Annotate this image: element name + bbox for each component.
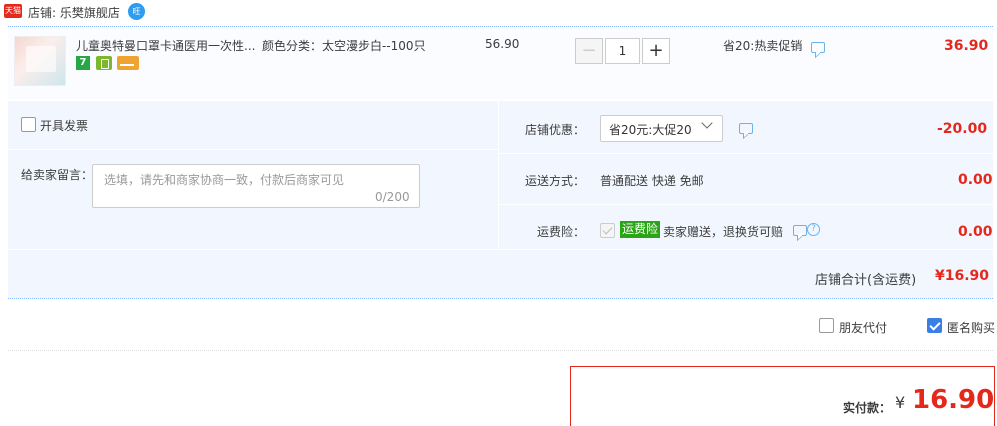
divider [498, 101, 499, 249]
wangwang-chat-icon[interactable]: 旺 [128, 3, 145, 20]
seven-day-return-icon: 7 [76, 56, 90, 70]
seller-message-placeholder: 选填，请先和商家协商一致，付款后商家可见 [104, 173, 345, 187]
tmall-logo-icon: 天猫 [4, 4, 22, 18]
product-thumbnail-detail [26, 46, 56, 72]
help-icon[interactable]: ? [807, 223, 820, 236]
quantity-input[interactable]: 1 [605, 38, 640, 64]
shop-name[interactable]: 店铺: 乐樊旗舰店 [28, 4, 120, 21]
product-title-link[interactable]: 儿童奥特曼口罩卡通医用一次性... [76, 37, 255, 54]
shop-subtotal-value: ¥16.90 [935, 268, 990, 284]
divider [499, 204, 993, 205]
promo-info-icon[interactable] [811, 42, 825, 53]
shop-discount-amount: -20.00 [937, 121, 988, 137]
anonymous-purchase-checkbox[interactable] [927, 318, 942, 333]
credit-card-icon [117, 56, 139, 70]
divider [8, 149, 498, 150]
invoice-checkbox[interactable] [21, 117, 36, 132]
divider [499, 153, 993, 154]
payment-currency: ¥ [895, 393, 906, 412]
insurance-info-icon[interactable] [793, 225, 807, 236]
quantity-increase-button[interactable]: + [642, 38, 670, 64]
shipping-amount: 0.00 [958, 172, 993, 188]
payment-amount: 16.90 [912, 385, 995, 415]
shipping-method: 普通配送 快递 免邮 [600, 174, 704, 188]
shop-subtotal-label: 店铺合计(含运费) [815, 273, 917, 288]
discount-info-icon[interactable] [739, 123, 753, 134]
seller-message-char-count: 0/200 [375, 190, 410, 204]
shop-discount-label: 店铺优惠： [525, 123, 586, 137]
divider [8, 249, 993, 250]
shipping-insurance-checkbox [600, 223, 615, 238]
anonymous-purchase-label[interactable]: 匿名购买 [947, 319, 995, 336]
payment-label: 实付款： [843, 401, 892, 415]
friend-pay-checkbox[interactable] [819, 318, 834, 333]
quantity-decrease-button[interactable]: − [575, 38, 603, 64]
shop-discount-selected: 省20元:大促20 [609, 123, 692, 137]
product-sku: 颜色分类：太空漫步白--100只 [262, 39, 426, 53]
seller-message-label: 给卖家留言： [21, 168, 94, 182]
item-total-price: 36.90 [944, 38, 989, 54]
invoice-label[interactable]: 开具发票 [40, 117, 88, 134]
friend-pay-label[interactable]: 朋友代付 [839, 319, 887, 336]
divider [8, 298, 993, 299]
shipping-label: 运送方式： [525, 174, 586, 188]
shipping-insurance-label: 运费险： [537, 225, 586, 239]
shipping-insurance-badge: 运费险 [620, 221, 661, 238]
shipping-insurance-desc: 卖家赠送，退换货可赔 [663, 225, 784, 239]
promo-label: 省20:热卖促销 [723, 39, 803, 53]
insurance-service-icon [96, 56, 112, 70]
unit-price: 56.90 [485, 37, 520, 51]
shipping-insurance-amount: 0.00 [958, 224, 993, 240]
divider [8, 350, 993, 351]
